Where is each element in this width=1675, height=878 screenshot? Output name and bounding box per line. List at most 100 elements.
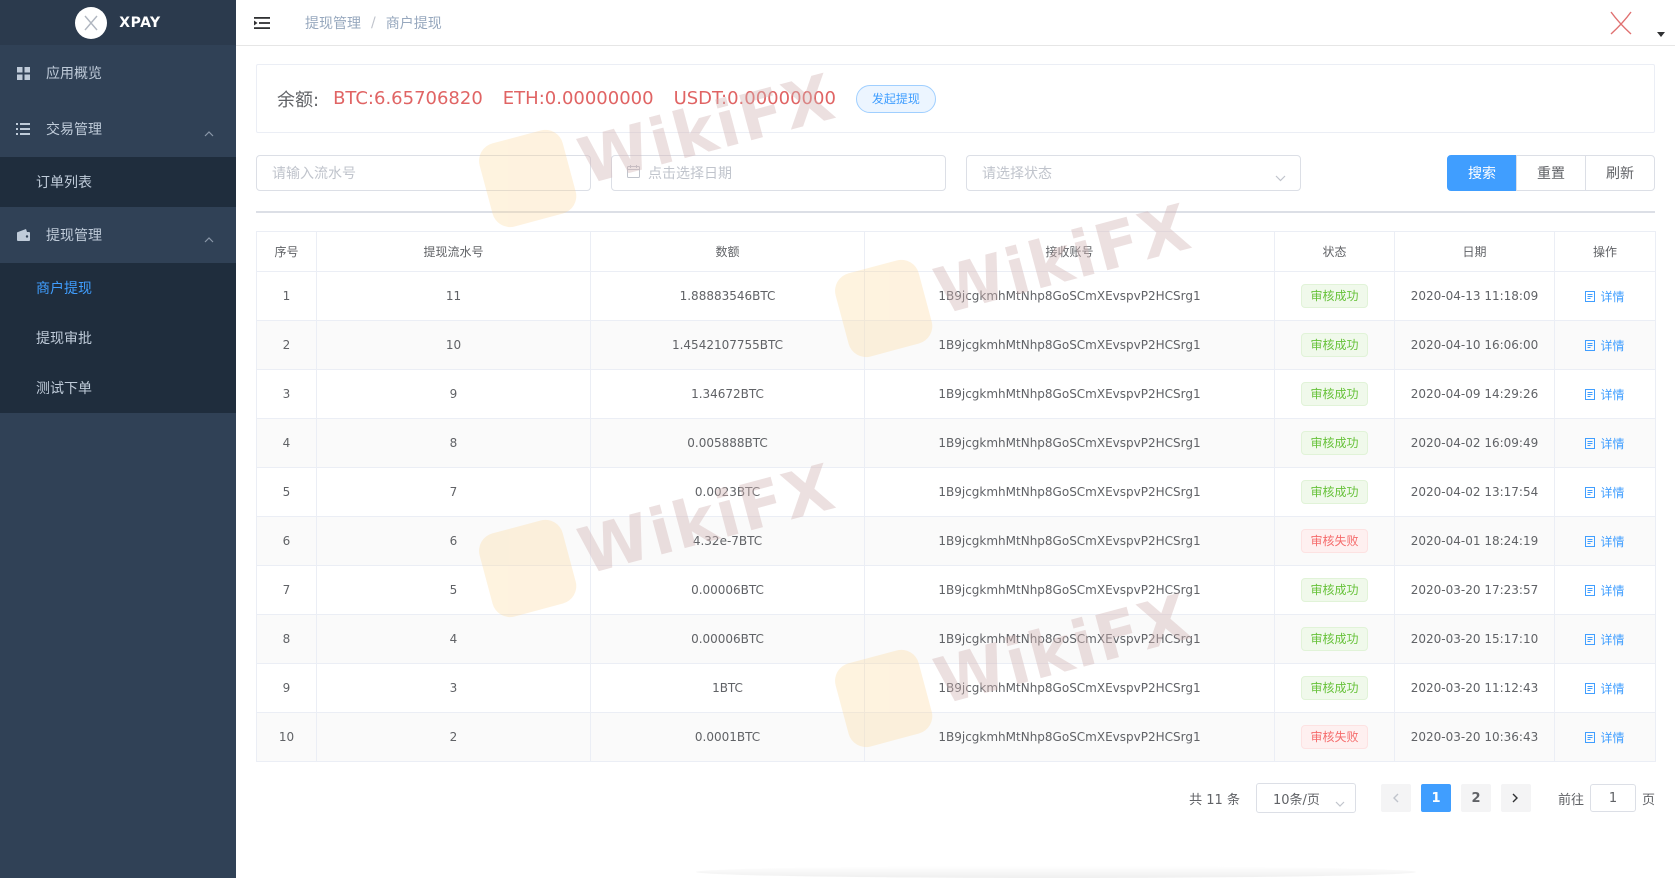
cell-account: 1B9jcgkmhMtNhp8GoSCmXEvspvP2HCSrg1 — [864, 369, 1275, 419]
cell-serial: 3 — [316, 663, 591, 713]
balance-label: 余额: — [277, 89, 320, 111]
cell-status: 审核成功 — [1274, 320, 1395, 370]
sidebar-item-overview[interactable]: 应用概览 — [0, 45, 236, 101]
details-link[interactable]: 详情 — [1585, 288, 1625, 305]
cell-date: 2020-03-20 11:12:43 — [1394, 663, 1555, 713]
details-link-label: 详情 — [1600, 583, 1625, 598]
cell-action: 详情 — [1554, 369, 1656, 419]
filter-bar: 请输入流水号 点击选择日期 请选择状态 搜索 重置 刷新 — [256, 155, 1655, 191]
start-withdrawal-button[interactable]: 发起提现 — [855, 84, 936, 113]
cell-account: 1B9jcgkmhMtNhp8GoSCmXEvspvP2HCSrg1 — [864, 565, 1275, 615]
page-button-2[interactable]: 2 — [1460, 784, 1491, 812]
chevron-left-icon — [1393, 793, 1399, 803]
goto-suffix: 页 — [1641, 792, 1655, 808]
sidebar-item-merchant-withdrawal[interactable]: 商户提现 — [0, 263, 236, 313]
sidebar-item-label: 提现管理 — [46, 228, 102, 244]
cell-index: 7 — [256, 565, 317, 615]
table-row: 6 6 4.32e-7BTC 1B9jcgkmhMtNhp8GoSCmXEvsp… — [256, 516, 1656, 566]
cell-serial: 11 — [316, 271, 591, 321]
reset-button[interactable]: 重置 — [1516, 155, 1586, 191]
page-size-select[interactable]: 10条/页 — [1255, 783, 1356, 813]
details-link[interactable]: 详情 — [1585, 386, 1625, 403]
cell-account: 1B9jcgkmhMtNhp8GoSCmXEvspvP2HCSrg1 — [864, 712, 1275, 762]
cell-index: 1 — [256, 271, 317, 321]
wallet-icon — [16, 228, 30, 242]
cell-status: 审核失败 — [1274, 516, 1395, 566]
menu-fold-icon[interactable] — [253, 14, 271, 32]
breadcrumb-item-withdrawals[interactable]: 提现管理 — [305, 13, 361, 33]
sidebar-item-order-list[interactable]: 订单列表 — [0, 157, 236, 207]
cell-status: 审核成功 — [1274, 565, 1395, 615]
cell-serial: 7 — [316, 467, 591, 517]
details-link[interactable]: 详情 — [1585, 533, 1625, 550]
details-link-label: 详情 — [1600, 387, 1625, 402]
cell-amount: 0.00006BTC — [590, 614, 865, 664]
document-icon — [1585, 290, 1596, 302]
cell-date: 2020-03-20 15:17:10 — [1394, 614, 1555, 664]
details-link-label: 详情 — [1600, 338, 1625, 353]
logo-x-icon — [75, 6, 108, 39]
next-page-button[interactable] — [1500, 784, 1531, 812]
goto-page: 前往 页 — [1558, 784, 1655, 812]
cell-account: 1B9jcgkmhMtNhp8GoSCmXEvspvP2HCSrg1 — [864, 467, 1275, 517]
details-link[interactable]: 详情 — [1585, 729, 1625, 746]
user-avatar[interactable] — [1607, 9, 1635, 37]
cell-action: 详情 — [1554, 320, 1656, 370]
logo[interactable]: XPAY — [0, 0, 236, 45]
serial-number-input[interactable]: 请输入流水号 — [256, 155, 591, 191]
breadcrumb-separator: / — [371, 14, 376, 31]
status-badge: 审核失败 — [1301, 725, 1368, 749]
refresh-button[interactable]: 刷新 — [1585, 155, 1655, 191]
column-header-amount: 数额 — [590, 231, 865, 272]
details-link[interactable]: 详情 — [1585, 631, 1625, 648]
sidebar-item-withdrawals[interactable]: 提现管理 — [0, 207, 236, 263]
status-select[interactable]: 请选择状态 — [966, 155, 1301, 191]
search-button[interactable]: 搜索 — [1447, 155, 1517, 191]
cell-serial: 6 — [316, 516, 591, 566]
sidebar-item-label: 交易管理 — [46, 122, 102, 138]
details-link[interactable]: 详情 — [1585, 582, 1625, 599]
table-row: 8 4 0.00006BTC 1B9jcgkmhMtNhp8GoSCmXEvsp… — [256, 614, 1656, 664]
table-header-row: 序号 提现流水号 数额 接收账号 状态 日期 操作 — [256, 231, 1656, 272]
table-row: 3 9 1.34672BTC 1B9jcgkmhMtNhp8GoSCmXEvsp… — [256, 369, 1656, 419]
sidebar-item-withdrawal-approval[interactable]: 提现审批 — [0, 313, 236, 363]
details-link[interactable]: 详情 — [1585, 680, 1625, 697]
table-row: 10 2 0.0001BTC 1B9jcgkmhMtNhp8GoSCmXEvsp… — [256, 712, 1656, 762]
table-row: 7 5 0.00006BTC 1B9jcgkmhMtNhp8GoSCmXEvsp… — [256, 565, 1656, 615]
prev-page-button[interactable] — [1380, 784, 1411, 812]
logo-text: XPAY — [119, 14, 161, 31]
document-icon — [1585, 486, 1596, 498]
cell-index: 8 — [256, 614, 317, 664]
cell-action: 详情 — [1554, 712, 1656, 762]
caret-down-icon[interactable] — [1657, 26, 1665, 37]
sidebar-item-test-order[interactable]: 测试下单 — [0, 363, 236, 413]
cell-serial: 5 — [316, 565, 591, 615]
chevron-down-icon — [1275, 170, 1286, 186]
cell-account: 1B9jcgkmhMtNhp8GoSCmXEvspvP2HCSrg1 — [864, 320, 1275, 370]
details-link-label: 详情 — [1600, 436, 1625, 451]
balance-btc: BTC:6.65706820 — [333, 88, 483, 109]
table-row: 1 11 1.88883546BTC 1B9jcgkmhMtNhp8GoSCmX… — [256, 271, 1656, 321]
sidebar-item-transactions[interactable]: 交易管理 — [0, 101, 236, 157]
details-link[interactable]: 详情 — [1585, 337, 1625, 354]
goto-page-input[interactable] — [1589, 784, 1636, 812]
cell-date: 2020-04-02 16:09:49 — [1394, 418, 1555, 468]
date-picker-input[interactable]: 点击选择日期 — [611, 155, 946, 191]
cell-amount: 1.88883546BTC — [590, 271, 865, 321]
column-header-index: 序号 — [256, 231, 317, 272]
page-button-1[interactable]: 1 — [1420, 784, 1451, 812]
cell-status: 审核失败 — [1274, 712, 1395, 762]
submenu-transactions: 订单列表 — [0, 157, 236, 207]
cell-action: 详情 — [1554, 467, 1656, 517]
cell-date: 2020-04-01 18:24:19 — [1394, 516, 1555, 566]
details-link[interactable]: 详情 — [1585, 484, 1625, 501]
divider — [256, 211, 1655, 213]
column-header-status: 状态 — [1274, 231, 1395, 272]
details-link[interactable]: 详情 — [1585, 435, 1625, 452]
cell-index: 6 — [256, 516, 317, 566]
cell-status: 审核成功 — [1274, 467, 1395, 517]
cell-account: 1B9jcgkmhMtNhp8GoSCmXEvspvP2HCSrg1 — [864, 663, 1275, 713]
chevron-right-icon — [1512, 793, 1519, 803]
date-placeholder: 点击选择日期 — [648, 166, 732, 182]
cell-amount: 1.34672BTC — [590, 369, 865, 419]
